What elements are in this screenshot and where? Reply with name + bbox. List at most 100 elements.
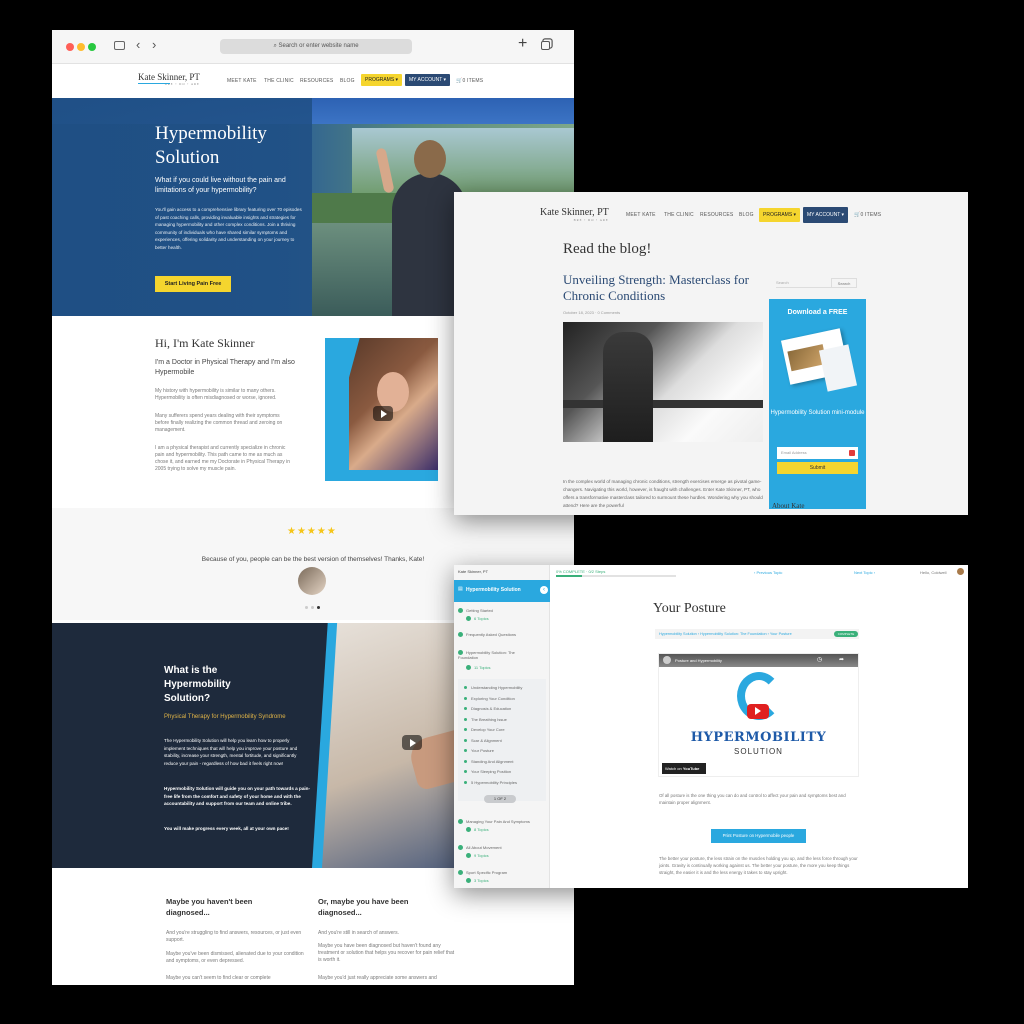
zoom-window-button[interactable] [88,43,96,51]
address-bar[interactable]: ⌕ Search or enter website name [220,39,412,54]
logo-text: Kate Skinner, PT [138,72,200,82]
sidebar-icon[interactable] [114,41,125,50]
check-icon [466,616,471,622]
module-topics-count: 11 Topics [466,665,491,671]
lesson-video[interactable]: Posture and Hypermobility ◷ ➦ HYPERMOBIL… [658,653,859,777]
diagnosed-paragraph-1: And you're still in search of answers. [318,930,399,936]
rating-stars: ★★★★★ [287,526,337,537]
plus-icon[interactable]: + [518,35,527,53]
not-diagnosed-paragraph-1: And you're struggling to find answers, r… [166,930,302,943]
lesson-label: Your Posture [471,748,494,753]
module-foundation[interactable]: Hypermobility Solution: The Foundation [458,650,530,660]
address-placeholder: Search or enter website name [278,43,359,49]
module-faq[interactable]: Frequently Asked Questions [458,632,516,638]
what-is-title: What is the Hypermobility Solution? [164,665,231,704]
blog-heading: Read the blog! [563,241,652,257]
module-title: Getting Started [466,608,493,613]
nav-meet-kate[interactable]: MEET KATE [227,78,257,84]
module-pain[interactable]: Managing Your Pain And Symptoms [458,819,530,825]
post-image[interactable] [563,322,763,442]
module-getting-started[interactable]: Getting Started [458,608,493,614]
share-icon[interactable]: ➦ [839,656,844,663]
nav-resources[interactable]: RESOURCES [700,212,733,218]
play-icon[interactable] [402,735,422,750]
lesson-label: The Breathing Issue [471,716,507,722]
what-is-paragraph-1: The Hypermobility Solution will help you… [164,738,298,766]
course-title-bar[interactable]: ▤ Hypermobility Solution ‹ [454,580,550,602]
forward-icon[interactable]: › [152,37,156,52]
lesson-item[interactable]: Develop Your Core [464,727,505,732]
tabs-icon[interactable] [541,41,550,50]
email-icon [849,450,855,456]
intro-paragraph-1: My history with hypermobility is similar… [155,388,277,401]
email-input[interactable]: Email Address [777,447,858,459]
lesson-item[interactable]: The Breathing Issue [464,717,507,722]
bullet-icon [464,738,467,742]
lesson-item[interactable]: Scar & Alignment [464,738,502,743]
print-posture-button[interactable]: Print Posture on Hypermobile people [711,829,806,843]
clock-icon[interactable]: ◷ [817,656,822,663]
close-window-button[interactable] [66,43,74,51]
nav-resources[interactable]: RESOURCES [300,78,333,84]
nav-meet-kate[interactable]: MEET KATE [626,212,656,218]
promo-card [818,344,858,392]
carousel-dot-active[interactable] [317,606,320,609]
lesson-label: Develop Your Core [471,727,505,732]
lesson-breadcrumb[interactable]: Hypermobility Solution › Hypermobility S… [655,629,859,639]
carousel-dot[interactable] [311,606,314,609]
next-topic-link[interactable]: Next Topic › [854,570,875,575]
nav-the-clinic[interactable]: THE CLINIC [264,78,294,84]
module-sub: 6 Topics [474,616,489,621]
bullet-icon [464,696,467,700]
collapse-sidebar-icon[interactable]: ‹ [540,586,548,594]
site-logo[interactable]: Kate Skinner, PT BRE • DO • ARE [540,207,609,222]
nav-blog[interactable]: BLOG [739,212,754,218]
post-title[interactable]: Unveiling Strength: Masterclass for Chro… [563,272,763,304]
nav-blog[interactable]: BLOG [340,78,355,84]
intro-video-frame[interactable] [325,338,438,481]
course-sidebar: Kate Skinner, PT ▤ Hypermobility Solutio… [454,565,550,888]
programs-menu[interactable]: PROGRAMS ▾ [759,208,801,222]
bullet-icon [464,686,467,690]
my-account-menu[interactable]: MY ACCOUNT ▾ [803,207,849,223]
nav-the-clinic[interactable]: THE CLINIC [664,212,694,218]
sidebar-brand: Kate Skinner, PT [458,569,489,574]
cart-link[interactable]: 🛒0 ITEMS [456,78,483,84]
module-movement[interactable]: All About Movement [458,845,502,851]
lesson-item[interactable]: Standing And Alignment [464,759,513,764]
lesson-item[interactable]: Diagnosis & Education [464,706,511,711]
user-avatar[interactable] [957,568,964,575]
hero-title-line1: Hypermobility [155,123,267,144]
lesson-item[interactable]: Your Posture [464,748,494,753]
bullet-icon [464,707,467,711]
youtube-play-icon[interactable] [747,704,769,719]
search-button[interactable]: Search [831,278,857,288]
course-title: Hypermobility Solution [466,587,521,593]
lesson-item[interactable]: Your Sleeping Position [464,769,511,774]
progress-fill [556,575,583,577]
lesson-item[interactable]: 5 Hypermobility Principles [464,780,517,785]
watch-on-youtube-button[interactable]: Watch on YouTube [662,763,706,774]
check-icon [458,632,463,638]
minimize-window-button[interactable] [77,43,85,51]
lesson-pager[interactable]: 1 OF 2 [484,795,516,803]
submit-button[interactable]: Submit [777,462,858,474]
check-icon [458,608,463,614]
search-input[interactable]: Search [776,278,836,288]
module-topics-count: 3 Topics [466,878,489,884]
module-sub: 3 Topics [474,878,489,883]
cart-link[interactable]: 🛒0 ITEMS [854,212,881,218]
start-living-pain-free-button[interactable]: Start Living Pain Free [155,276,231,292]
back-icon[interactable]: ‹ [136,37,140,52]
diagnosed-paragraph-2: Maybe you have been diagnosed but haven'… [318,943,455,963]
play-icon[interactable] [373,406,393,421]
lesson-item[interactable]: Exploring Your Condition [464,696,515,701]
module-sport[interactable]: Sport Specific Program [458,870,507,876]
intro-paragraph-3: I am a physical therapist and currently … [155,445,290,472]
previous-topic-link[interactable]: ‹ Previous Topic [754,570,782,575]
my-account-menu[interactable]: MY ACCOUNT ▾ [405,74,451,86]
watch-on-label: Watch on [665,766,682,771]
programs-menu[interactable]: PROGRAMS ▾ [361,74,403,86]
carousel-dot[interactable] [305,606,308,609]
lesson-item[interactable]: Understanding Hypermobility [464,685,522,690]
